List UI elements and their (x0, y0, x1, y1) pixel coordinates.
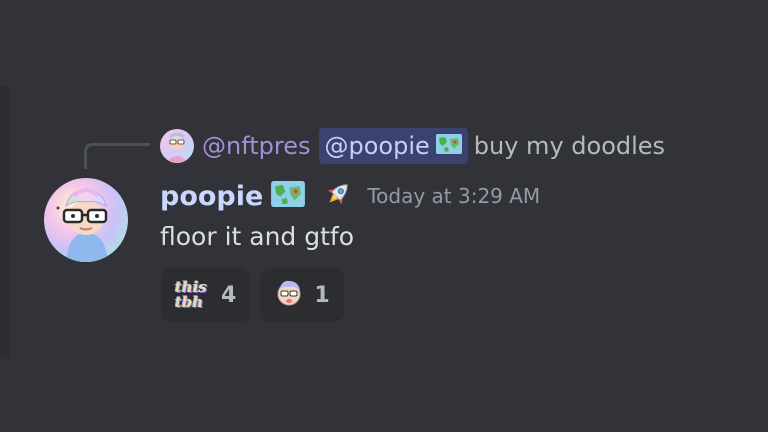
reaction-count: 1 (314, 282, 330, 308)
message-header: poopie Today at 3:29 AM (160, 176, 540, 216)
doodle-face-emoji-icon (274, 278, 304, 312)
mention-tag[interactable]: @poopie (318, 128, 468, 164)
user-avatar[interactable] (44, 178, 128, 262)
timestamp[interactable]: Today at 3:29 AM (367, 184, 540, 208)
map-flag-icon (435, 132, 462, 160)
map-flag-icon[interactable] (271, 181, 306, 211)
reply-avatar[interactable] (160, 129, 194, 163)
reply-text[interactable]: buy my doodles (474, 132, 665, 160)
rocket-icon[interactable] (323, 179, 353, 213)
reaction-this-tbh[interactable]: this tbh 4 (161, 268, 251, 322)
reactions-bar: this tbh 4 1 (161, 268, 344, 322)
this-tbh-emoji: this tbh (175, 280, 211, 310)
reply-spine (84, 143, 150, 169)
reply-preview[interactable]: @nftpres @poopie buy my doodles (160, 126, 665, 166)
reaction-count: 4 (221, 282, 237, 308)
chat-message[interactable]: @nftpres @poopie buy my doodles poopie T… (0, 0, 768, 432)
reply-author[interactable]: @nftpres (202, 132, 311, 160)
message-content: floor it and gtfo (160, 222, 355, 251)
reaction-doodle-face[interactable]: 1 (260, 268, 344, 322)
mention-label: @poopie (324, 132, 430, 160)
this-tbh-line2: tbh (175, 293, 204, 311)
username[interactable]: poopie (160, 181, 263, 212)
